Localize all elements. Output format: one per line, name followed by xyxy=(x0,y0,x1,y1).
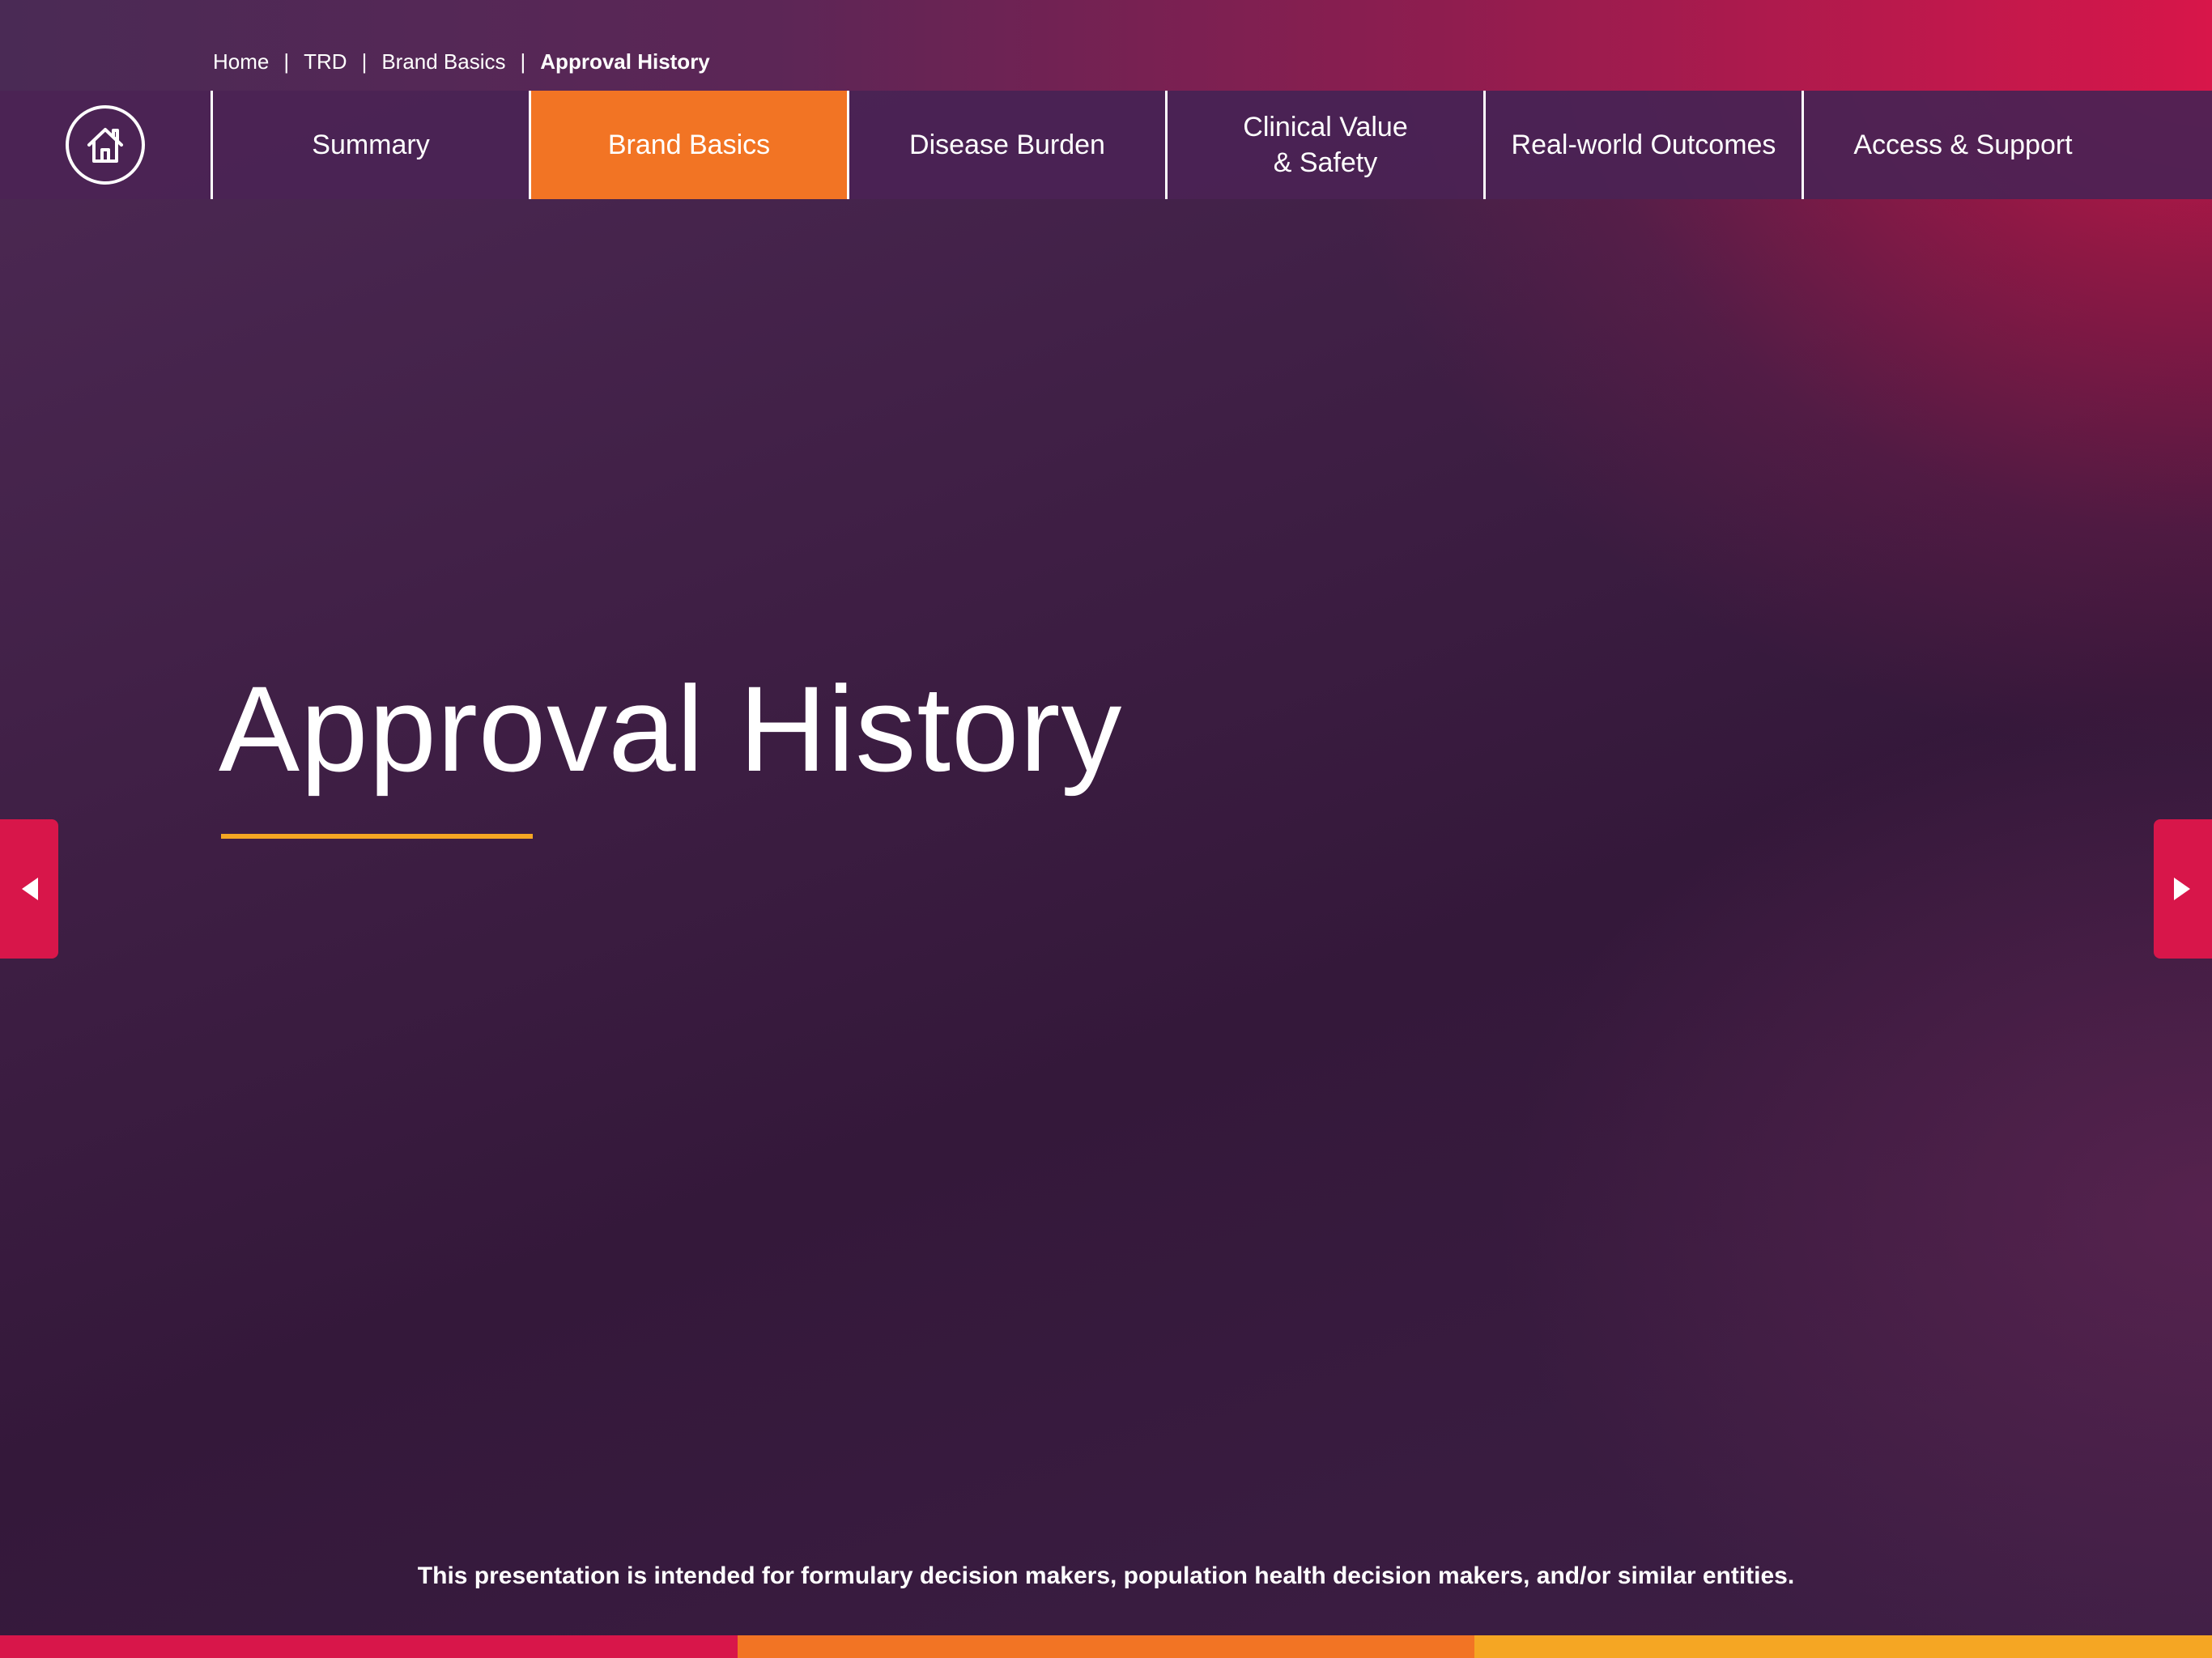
home-icon-ring xyxy=(66,105,145,185)
tab-disease-burden[interactable]: Disease Burden xyxy=(849,91,1168,199)
breadcrumb-separator: | xyxy=(520,49,526,74)
breadcrumb: Home | TRD | Brand Basics | Approval His… xyxy=(213,47,710,76)
footer-bar-segment-orange xyxy=(737,1635,1475,1658)
breadcrumb-home[interactable]: Home xyxy=(213,49,269,74)
footer-bar-segment-yellow xyxy=(1474,1635,2212,1658)
main-nav: Summary Brand Basics Disease Burden Clin… xyxy=(0,91,2212,199)
footer-bar-segment-red xyxy=(0,1635,738,1658)
breadcrumb-trd[interactable]: TRD xyxy=(304,49,347,74)
breadcrumb-brand-basics[interactable]: Brand Basics xyxy=(381,49,505,74)
home-button[interactable] xyxy=(0,91,213,199)
title-underline xyxy=(221,834,533,839)
tab-brand-basics[interactable]: Brand Basics xyxy=(531,91,849,199)
breadcrumb-current: Approval History xyxy=(540,49,710,74)
footer-color-bar xyxy=(0,1635,2212,1658)
previous-slide-button[interactable] xyxy=(0,819,58,959)
next-slide-button[interactable] xyxy=(2154,819,2212,959)
footer-disclaimer: This presentation is intended for formul… xyxy=(417,1562,1795,1589)
page-title: Approval History xyxy=(219,661,1123,797)
breadcrumb-separator: | xyxy=(283,49,290,74)
tab-real-world-outcomes[interactable]: Real-world Outcomes xyxy=(1486,91,1804,199)
breadcrumb-separator: | xyxy=(361,49,368,74)
home-icon xyxy=(87,128,123,163)
tab-access-support[interactable]: Access & Support xyxy=(1804,91,2122,199)
tab-clinical-value-safety[interactable]: Clinical Value & Safety xyxy=(1168,91,1486,199)
arrow-right-icon xyxy=(2174,878,2190,900)
tab-summary[interactable]: Summary xyxy=(213,91,531,199)
header-band xyxy=(0,0,2212,91)
arrow-left-icon xyxy=(22,878,38,900)
